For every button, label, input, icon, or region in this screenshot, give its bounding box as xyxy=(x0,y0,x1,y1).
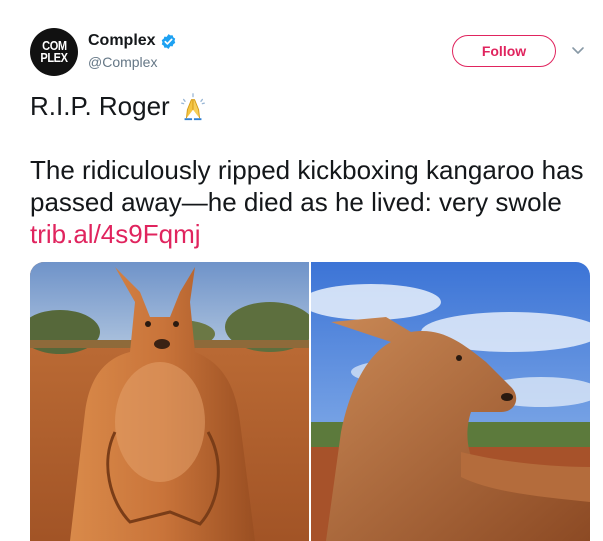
follow-button[interactable]: Follow xyxy=(452,35,556,67)
photo-kangaroo-lying[interactable] xyxy=(311,262,590,541)
tweet-header: COM PLEX Complex @Complex Follow xyxy=(30,28,590,78)
account-name-block[interactable]: Complex @Complex xyxy=(88,32,177,70)
tweet-body-text: The ridiculously ripped kickboxing kanga… xyxy=(30,155,584,217)
tweet-line1: R.I.P. Roger xyxy=(30,90,590,122)
chevron-down-icon[interactable] xyxy=(570,42,586,58)
photo-kangaroo-standing[interactable] xyxy=(30,262,309,541)
tweet-link[interactable]: trib.al/4s9Fqmj xyxy=(30,219,201,249)
media-grid xyxy=(30,262,590,541)
tweet-text: R.I.P. Roger The ridiculously ripped kic… xyxy=(30,90,590,250)
tweet-line1-text: R.I.P. Roger xyxy=(30,91,170,121)
folded-hands-icon xyxy=(180,93,205,121)
verified-badge-icon xyxy=(161,33,175,49)
avatar[interactable]: COM PLEX xyxy=(30,28,78,76)
display-name[interactable]: Complex xyxy=(88,32,156,50)
avatar-text-bottom: PLEX xyxy=(40,50,68,65)
tweet-body: The ridiculously ripped kickboxing kanga… xyxy=(30,154,590,250)
handle[interactable]: @Complex xyxy=(88,54,177,70)
display-name-row: Complex xyxy=(88,32,177,50)
